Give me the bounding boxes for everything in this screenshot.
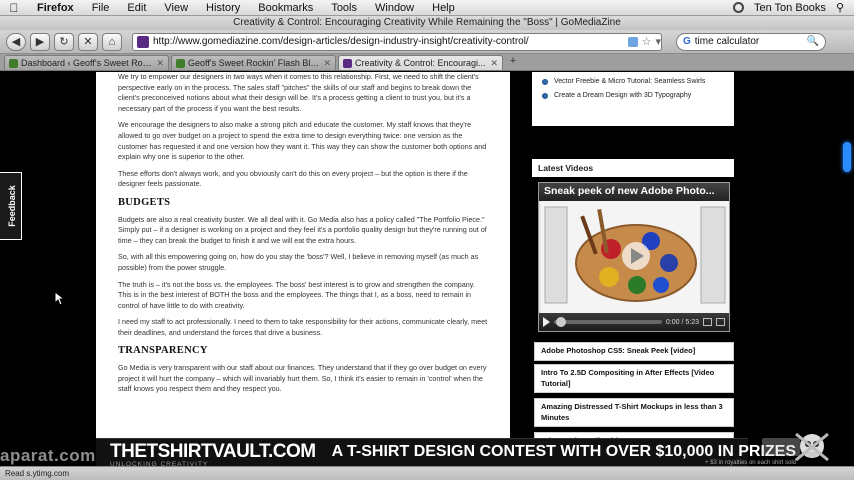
forward-button[interactable]: ▶ [30,32,50,51]
fullscreen-icon[interactable] [716,318,725,326]
video-link[interactable]: Intro To 2.5D Compositing in After Effec… [534,364,734,393]
banner-brand-name: THETSHIRTVAULT.COM [110,440,316,462]
article-paragraph: The truth is – it's not the boss vs. the… [118,279,475,310]
seek-knob[interactable] [556,317,566,327]
menubar-user[interactable]: Ten Ton Books [754,2,826,14]
tab-strip: Dashboard ‹ Geoff's Sweet Roc... ✕ Geoff… [0,54,854,71]
feedback-label: Feedback [7,185,17,227]
page-scrollbar[interactable] [840,72,854,472]
tab-close-icon[interactable]: ✕ [156,58,164,69]
menu-edit[interactable]: Edit [118,2,155,14]
sidebar: Vector Freebie & Micro Tutorial: Seamles… [522,72,748,472]
menu-bookmarks[interactable]: Bookmarks [249,2,322,14]
menu-help[interactable]: Help [423,2,464,14]
article-paragraph: We encourage the designers to also make … [118,120,487,162]
page-viewport: Feedback We try to empower our designers… [0,72,854,472]
apple-icon[interactable]:  [0,1,28,15]
seek-bar[interactable] [554,317,662,327]
sync-icon[interactable] [732,2,744,13]
stop-button[interactable]: ✕ [78,32,98,51]
article-paragraph: So, with all this empowering going on, h… [118,252,479,272]
tab-favicon-icon [176,58,185,68]
article-paragraph: Budgets are also a real creativity buste… [118,214,487,245]
video-title[interactable]: Sneak peek of new Adobe Photo... [539,183,729,201]
volume-icon[interactable] [703,318,712,326]
tab-favicon-icon [9,58,18,68]
spotlight-icon[interactable]: ⚲ [836,1,844,14]
rss-icon[interactable] [627,36,638,47]
bullet-icon [542,92,548,99]
bullet-icon [542,78,548,85]
video-player[interactable]: Sneak peek of new Adobe Photo... 0:00 / … [538,182,730,332]
reload-button[interactable]: ↻ [54,32,74,51]
list-item[interactable]: Vector Freebie & Micro Tutorial: Seamles… [542,78,724,85]
article-paragraph: Go Media is very transparent with our st… [118,363,487,394]
article-paragraph: I need my staff to act professionally. I… [118,317,488,337]
status-bar: Read s.ytimg.com [0,466,854,480]
window-title: Creativity & Control: Encouraging Creati… [0,16,854,30]
tab-close-icon[interactable]: ✕ [490,58,498,69]
home-button[interactable]: ⌂ [102,32,122,51]
search-engine-icon[interactable]: G [683,36,691,47]
video-link[interactable]: Adobe Photoshop CS5: Sneak Peek [video] [534,342,734,361]
menu-file[interactable]: File [83,2,119,14]
tab-dashboard[interactable]: Dashboard ‹ Geoff's Sweet Roc... ✕ [4,55,169,70]
video-controls: 0:00 / 5:23 [539,313,729,331]
url-dropdown-icon[interactable]: ▾ [655,35,661,48]
banner-brand: THETSHIRTVAULT.COM UNLOCKING CREATIVITY [110,442,316,468]
watermark-text: aparat.com [0,446,96,465]
latest-videos-heading: Latest Videos [532,159,734,177]
site-favicon-icon [137,35,149,48]
feedback-tab[interactable]: Feedback [0,172,22,240]
search-input[interactable]: time calculator [695,36,803,47]
scrollbar-thumb[interactable] [843,142,851,172]
video-link[interactable]: Amazing Distressed T-Shirt Mockups in le… [534,398,734,427]
url-text[interactable]: http://www.gomediazine.com/design-articl… [153,36,624,47]
tab-label: Geoff's Sweet Rockin' Flash Blo... [188,58,321,68]
bookmark-star-icon[interactable]: ☆ [642,35,652,48]
related-link[interactable]: Create a Dream Design with 3D Typography [554,92,691,99]
list-item[interactable]: Create a Dream Design with 3D Typography [542,92,724,99]
related-links-box: Vector Freebie & Micro Tutorial: Seamles… [532,72,734,126]
video-thumbnail[interactable] [541,201,729,313]
play-icon[interactable] [543,317,550,327]
banner-promo-text: A T-SHIRT DESIGN CONTEST WITH OVER $10,0… [331,443,796,460]
article-body: We try to empower our designers in two w… [96,72,510,472]
search-bar[interactable]: G time calculator 🔍 [676,32,826,51]
back-button[interactable]: ◀ [6,32,26,51]
menu-window[interactable]: Window [366,2,423,14]
skull-logo-icon [760,428,834,466]
tab-label: Dashboard ‹ Geoff's Sweet Roc... [21,58,154,68]
video-time: 0:00 / 5:23 [665,318,699,326]
tab-flash-blog[interactable]: Geoff's Sweet Rockin' Flash Blo... ✕ [171,55,336,70]
related-link[interactable]: Vector Freebie & Micro Tutorial: Seamles… [554,78,705,85]
menu-app-firefox[interactable]: Firefox [28,2,83,14]
tab-creativity-control[interactable]: Creativity & Control: Encouragi... ✕ [338,55,503,70]
tab-close-icon[interactable]: ✕ [323,58,331,69]
screen:  Firefox File Edit View History Bookmar… [0,0,854,480]
menu-tools[interactable]: Tools [322,2,366,14]
menu-view[interactable]: View [155,2,197,14]
os-menubar:  Firefox File Edit View History Bookmar… [0,0,854,16]
new-tab-button[interactable]: + [505,55,521,70]
banner-promo: A T-SHIRT DESIGN CONTEST WITH OVER $10,0… [332,443,796,466]
search-icon[interactable]: 🔍 [807,36,819,47]
article-paragraph: We try to empower our designers in two w… [118,72,479,113]
tab-favicon-icon [343,58,352,68]
navigation-toolbar: ◀ ▶ ↻ ✕ ⌂ http://www.gomediazine.com/des… [0,30,854,54]
article-paragraph: These efforts don't always work, and you… [118,168,468,189]
section-heading-transparency: TRANSPARENCY [118,345,208,357]
menu-history[interactable]: History [197,2,249,14]
section-heading-budgets: BUDGETS [118,196,171,208]
url-bar[interactable]: http://www.gomediazine.com/design-articl… [132,32,662,51]
tab-label: Creativity & Control: Encouragi... [355,58,486,68]
